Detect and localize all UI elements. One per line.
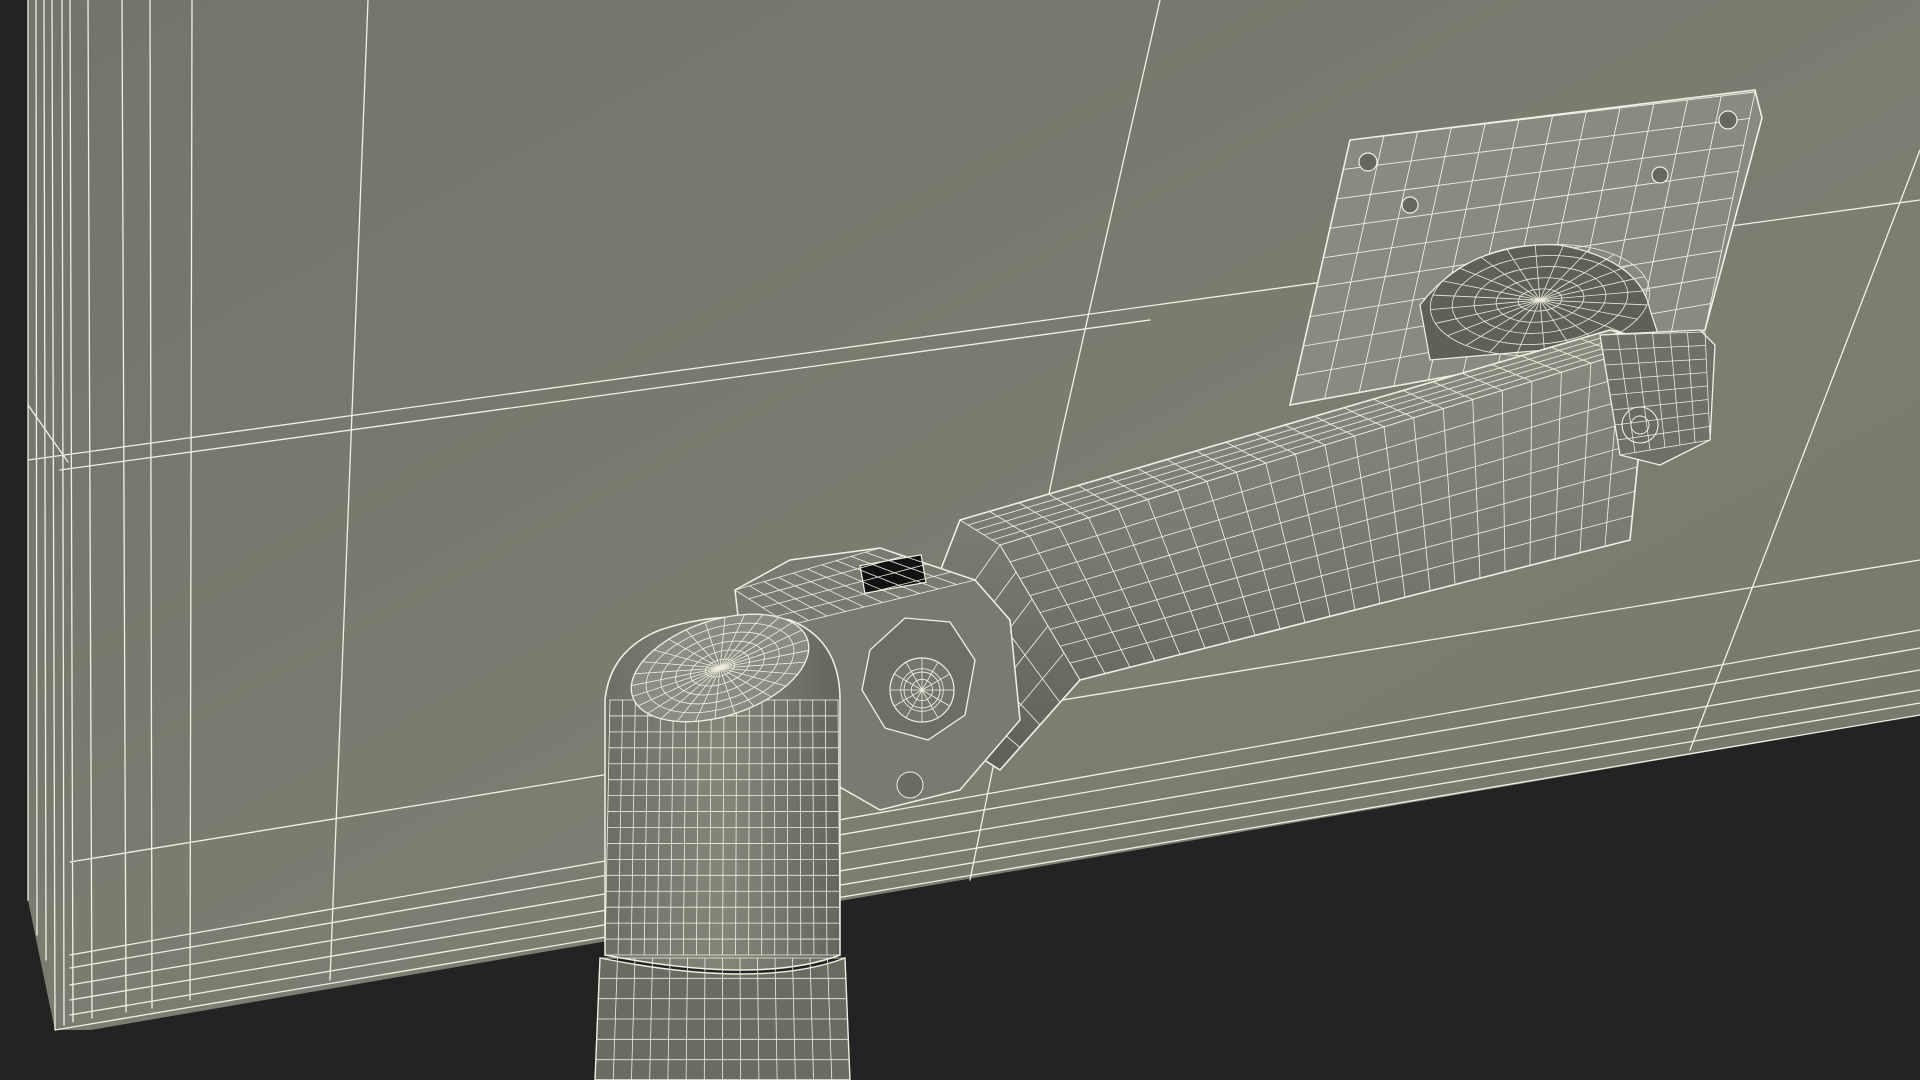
screw-hole: [1358, 152, 1378, 172]
joint-screw: [896, 771, 924, 799]
screw-hole: [1718, 110, 1738, 130]
screw-hole: [1651, 166, 1669, 184]
wireframe-render: [0, 0, 1920, 1080]
screw-hole: [1401, 196, 1419, 214]
support-pole: [594, 613, 851, 1080]
